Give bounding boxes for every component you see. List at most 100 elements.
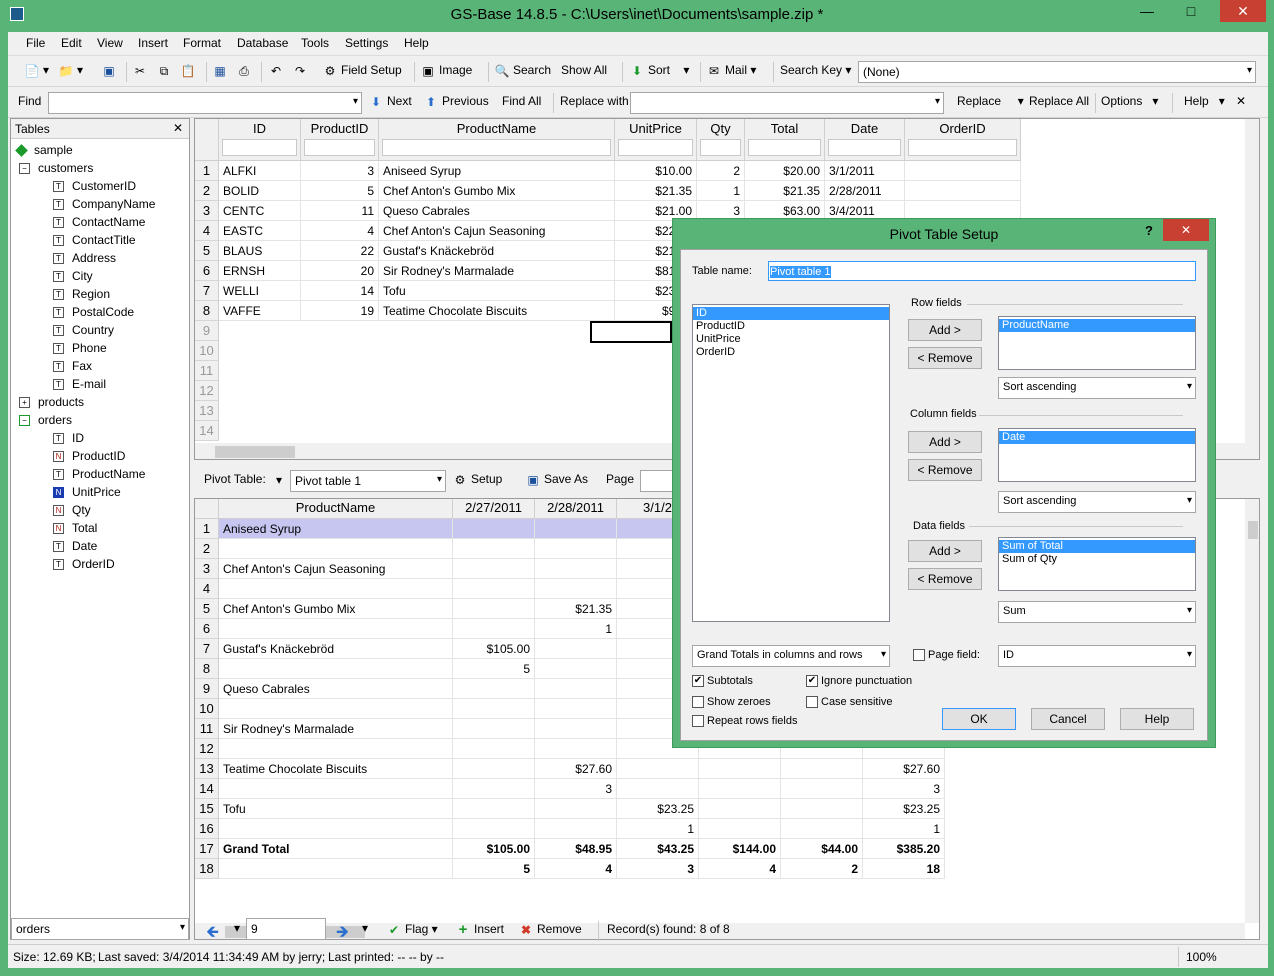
row-number[interactable]: 8 bbox=[195, 301, 219, 321]
copy-icon[interactable]: ⧉ bbox=[156, 63, 175, 79]
pivot-row-number[interactable]: 12 bbox=[195, 739, 219, 759]
data-cell[interactable]: 2 bbox=[697, 161, 745, 181]
ok-button[interactable]: OK bbox=[942, 708, 1016, 730]
pivot-cell[interactable] bbox=[453, 519, 535, 539]
data-function-select[interactable]: Sum ▾ bbox=[998, 601, 1196, 623]
data-cell[interactable]: ERNSH bbox=[219, 261, 301, 281]
tree-field-contacttitle[interactable]: T ContactTitle bbox=[53, 231, 136, 249]
next-record-dropdown[interactable]: ▾ bbox=[362, 921, 368, 935]
tree-field-companyname[interactable]: T CompanyName bbox=[53, 195, 155, 213]
pivot-row-number[interactable]: 8 bbox=[195, 659, 219, 679]
record-number-input[interactable]: 9 bbox=[246, 918, 326, 940]
page-field-checkbox[interactable]: Page field: bbox=[913, 649, 980, 662]
insert-record-button[interactable]: + Insert bbox=[455, 922, 504, 938]
pivot-cell[interactable] bbox=[535, 719, 617, 739]
data-cell[interactable]: Chef Anton's Gumbo Mix bbox=[379, 181, 615, 201]
column-filter-input[interactable] bbox=[828, 139, 901, 156]
grand-totals-select[interactable]: Grand Totals in columns and rows ▾ bbox=[692, 645, 890, 667]
row-number[interactable]: 6 bbox=[195, 261, 219, 281]
pivot-cell[interactable] bbox=[453, 799, 535, 819]
pivot-cell[interactable]: $144.00 bbox=[699, 839, 781, 859]
pivot-grid-vscroll[interactable] bbox=[1245, 499, 1259, 923]
save-icon[interactable]: ▣ bbox=[101, 63, 120, 79]
pivot-cell[interactable] bbox=[535, 579, 617, 599]
pivot-cell[interactable] bbox=[219, 739, 453, 759]
data-cell[interactable]: $20.00 bbox=[745, 161, 825, 181]
minimize-button[interactable]: — bbox=[1132, 0, 1162, 22]
pivot-cell[interactable] bbox=[453, 719, 535, 739]
tree-table-orders[interactable]: − orders bbox=[19, 411, 72, 429]
print-preview-icon[interactable]: ▦ bbox=[212, 63, 231, 79]
pivot-cell[interactable] bbox=[453, 559, 535, 579]
pivot-cell[interactable] bbox=[453, 699, 535, 719]
pivot-cell[interactable]: Gustaf's Knäckebröd bbox=[219, 639, 453, 659]
column-header[interactable]: ProductName bbox=[379, 119, 615, 161]
data-cell[interactable]: $10.00 bbox=[615, 161, 697, 181]
subtotals-checkbox[interactable]: ✔ Subtotals bbox=[692, 675, 753, 688]
row-number[interactable]: 2 bbox=[195, 181, 219, 201]
column-header[interactable]: Date bbox=[825, 119, 905, 161]
tree-table-customers[interactable]: − customers bbox=[19, 159, 93, 177]
print-icon[interactable]: ⎙ bbox=[236, 63, 255, 79]
remove-record-button[interactable]: ✖ Remove bbox=[518, 922, 582, 938]
pivot-cell[interactable] bbox=[699, 799, 781, 819]
column-filter-input[interactable] bbox=[222, 139, 297, 156]
open-icon[interactable]: 📁 ▾ bbox=[58, 63, 84, 79]
tree-field-productid[interactable]: N ProductID bbox=[53, 447, 125, 465]
pivot-row-number[interactable]: 17 bbox=[195, 839, 219, 859]
tree-field-phone[interactable]: T Phone bbox=[53, 339, 107, 357]
pivot-cell[interactable] bbox=[535, 559, 617, 579]
pivot-cell[interactable] bbox=[219, 819, 453, 839]
data-cell[interactable]: WELLI bbox=[219, 281, 301, 301]
repeat-rows-checkbox[interactable]: Repeat rows fields bbox=[692, 715, 798, 728]
selected-cell[interactable] bbox=[590, 321, 672, 343]
pivot-row-number[interactable]: 3 bbox=[195, 559, 219, 579]
pivot-cell[interactable]: Sir Rodney's Marmalade bbox=[219, 719, 453, 739]
tree-field-address[interactable]: T Address bbox=[53, 249, 116, 267]
pivot-column-header[interactable]: 2/27/2011 bbox=[453, 499, 535, 519]
pivot-cell[interactable]: 1 bbox=[863, 819, 945, 839]
column-filter-input[interactable] bbox=[304, 139, 375, 156]
help-button[interactable]: Help ▾ bbox=[1184, 94, 1225, 108]
pivot-row-number[interactable]: 1 bbox=[195, 519, 219, 539]
tree-field-region[interactable]: T Region bbox=[53, 285, 110, 303]
pivot-cell[interactable]: $27.60 bbox=[535, 759, 617, 779]
pivot-row-number[interactable]: 10 bbox=[195, 699, 219, 719]
column-filter-input[interactable] bbox=[700, 139, 741, 156]
pivot-row-number[interactable]: 9 bbox=[195, 679, 219, 699]
row-number[interactable]: 9 bbox=[195, 321, 219, 341]
list-item[interactable]: ProductID bbox=[693, 320, 889, 333]
pivot-cell[interactable] bbox=[535, 799, 617, 819]
tree-field-city[interactable]: T City bbox=[53, 267, 93, 285]
find-all-button[interactable]: Find All bbox=[502, 94, 541, 108]
pivot-cell[interactable] bbox=[781, 819, 863, 839]
replace-button[interactable]: Replace ▾ bbox=[957, 94, 1024, 108]
pivot-cell[interactable] bbox=[617, 779, 699, 799]
row-number[interactable]: 4 bbox=[195, 221, 219, 241]
pivot-row-number[interactable]: 16 bbox=[195, 819, 219, 839]
row-number[interactable]: 12 bbox=[195, 381, 219, 401]
pivot-cell[interactable]: $105.00 bbox=[453, 839, 535, 859]
pivot-cell[interactable] bbox=[535, 819, 617, 839]
data-cell[interactable]: BOLID bbox=[219, 181, 301, 201]
pivot-cell[interactable]: Aniseed Syrup bbox=[219, 519, 453, 539]
options-button[interactable]: Options ▾ bbox=[1101, 94, 1158, 108]
tree-table-products[interactable]: + products bbox=[19, 393, 84, 411]
list-item[interactable]: OrderID bbox=[693, 346, 889, 359]
pivot-row-number[interactable]: 6 bbox=[195, 619, 219, 639]
data-cell[interactable] bbox=[905, 161, 1021, 181]
pivot-cell[interactable]: 2 bbox=[781, 859, 863, 879]
pivot-cell[interactable] bbox=[535, 539, 617, 559]
pivot-cell[interactable]: 4 bbox=[535, 859, 617, 879]
search-key-button[interactable]: Search Key ▾ bbox=[780, 63, 851, 77]
pivot-row-number[interactable]: 11 bbox=[195, 719, 219, 739]
pivot-cell[interactable]: 1 bbox=[535, 619, 617, 639]
menu-format[interactable]: Format bbox=[183, 36, 221, 50]
column-add-button[interactable]: Add > bbox=[908, 431, 982, 453]
pivot-cell[interactable] bbox=[699, 819, 781, 839]
paste-icon[interactable]: 📋 bbox=[180, 63, 199, 79]
row-number[interactable]: 3 bbox=[195, 201, 219, 221]
data-cell[interactable]: Gustaf's Knäckebröd bbox=[379, 241, 615, 261]
data-cell[interactable]: 4 bbox=[301, 221, 379, 241]
menu-view[interactable]: View bbox=[97, 36, 123, 50]
